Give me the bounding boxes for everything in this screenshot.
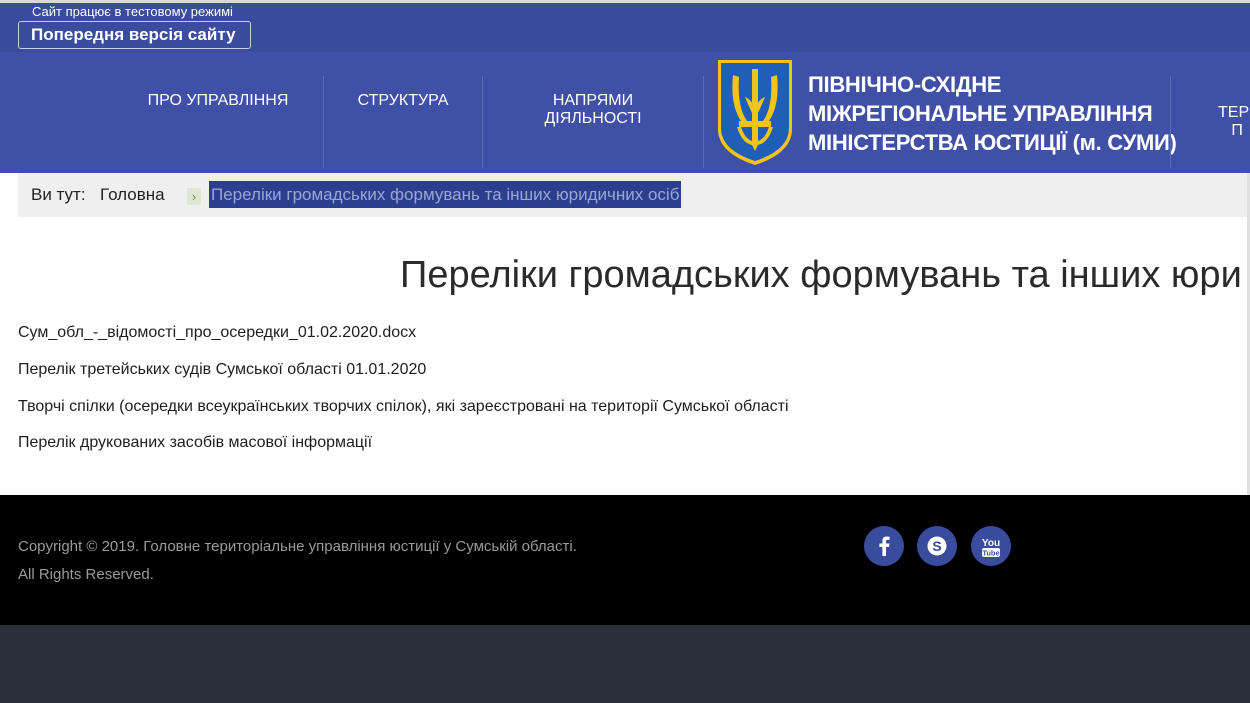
document-link[interactable]: Творчі спілки (осередки всеукраїнських т… (18, 398, 789, 416)
nav-divider (323, 76, 324, 168)
page-bottom-band (0, 625, 1250, 703)
facebook-icon[interactable] (864, 526, 904, 566)
skype-icon[interactable]: S (917, 526, 957, 566)
nav-divider (703, 76, 704, 168)
breadcrumb: Ви тут: Головна › Переліки громадських ф… (18, 173, 1250, 217)
document-link[interactable]: Перелік друкованих засобів масової інфор… (18, 434, 372, 452)
chevron-right-icon: › (187, 188, 201, 205)
nav-item-structure[interactable]: СТРУКТУРА (340, 92, 466, 110)
top-bar: Сайт працює в тестовому режимі Попередня… (0, 0, 1250, 52)
breadcrumb-current: Переліки громадських формувань та інших … (209, 181, 682, 208)
nav-item-activities[interactable]: НАПРЯМИ ДІЯЛЬНОСТІ (520, 92, 666, 128)
test-mode-notice: Сайт працює в тестовому режимі (32, 4, 233, 19)
svg-text:You: You (982, 538, 1000, 549)
youtube-icon[interactable]: You Tube (971, 526, 1011, 566)
svg-text:S: S (932, 538, 941, 554)
breadcrumb-prefix: Ви тут: (31, 185, 86, 204)
breadcrumb-home-link[interactable]: Головна (100, 185, 165, 205)
nav-item-truncated[interactable]: ТЕР П (1218, 104, 1249, 140)
brand-title[interactable]: ПІВНІЧНО-СХІДНЕ МІЖРЕГІОНАЛЬНЕ УПРАВЛІНН… (808, 70, 1177, 157)
nav-divider (1170, 76, 1171, 168)
brand-line: МІЖРЕГІОНАЛЬНЕ УПРАВЛІННЯ (808, 101, 1153, 126)
trident-coat-of-arms-icon[interactable] (715, 57, 795, 168)
nav-divider (482, 76, 483, 168)
brand-line: ПІВНІЧНО-СХІДНЕ (808, 72, 1002, 97)
footer: Copyright © 2019. Головне територіальне … (0, 495, 1250, 625)
nav-item-about[interactable]: ПРО УПРАВЛІННЯ (143, 92, 293, 110)
copyright-text: Copyright © 2019. Головне територіальне … (18, 538, 577, 583)
previous-version-button[interactable]: Попередня версія сайту (18, 21, 251, 49)
page-title: Переліки громадських формувань та інших … (400, 254, 1242, 296)
svg-text:Tube: Tube (982, 549, 999, 558)
brand-line: МІНІСТЕРСТВА ЮСТИЦІЇ (м. СУМИ) (808, 130, 1177, 155)
document-link[interactable]: Перелік третейських судів Сумської облас… (18, 361, 426, 379)
main-nav: ПРО УПРАВЛІННЯ СТРУКТУРА НАПРЯМИ ДІЯЛЬНОС… (0, 52, 1250, 173)
document-link[interactable]: Сум_обл_-_відомості_про_осередки_01.02.2… (18, 324, 416, 342)
